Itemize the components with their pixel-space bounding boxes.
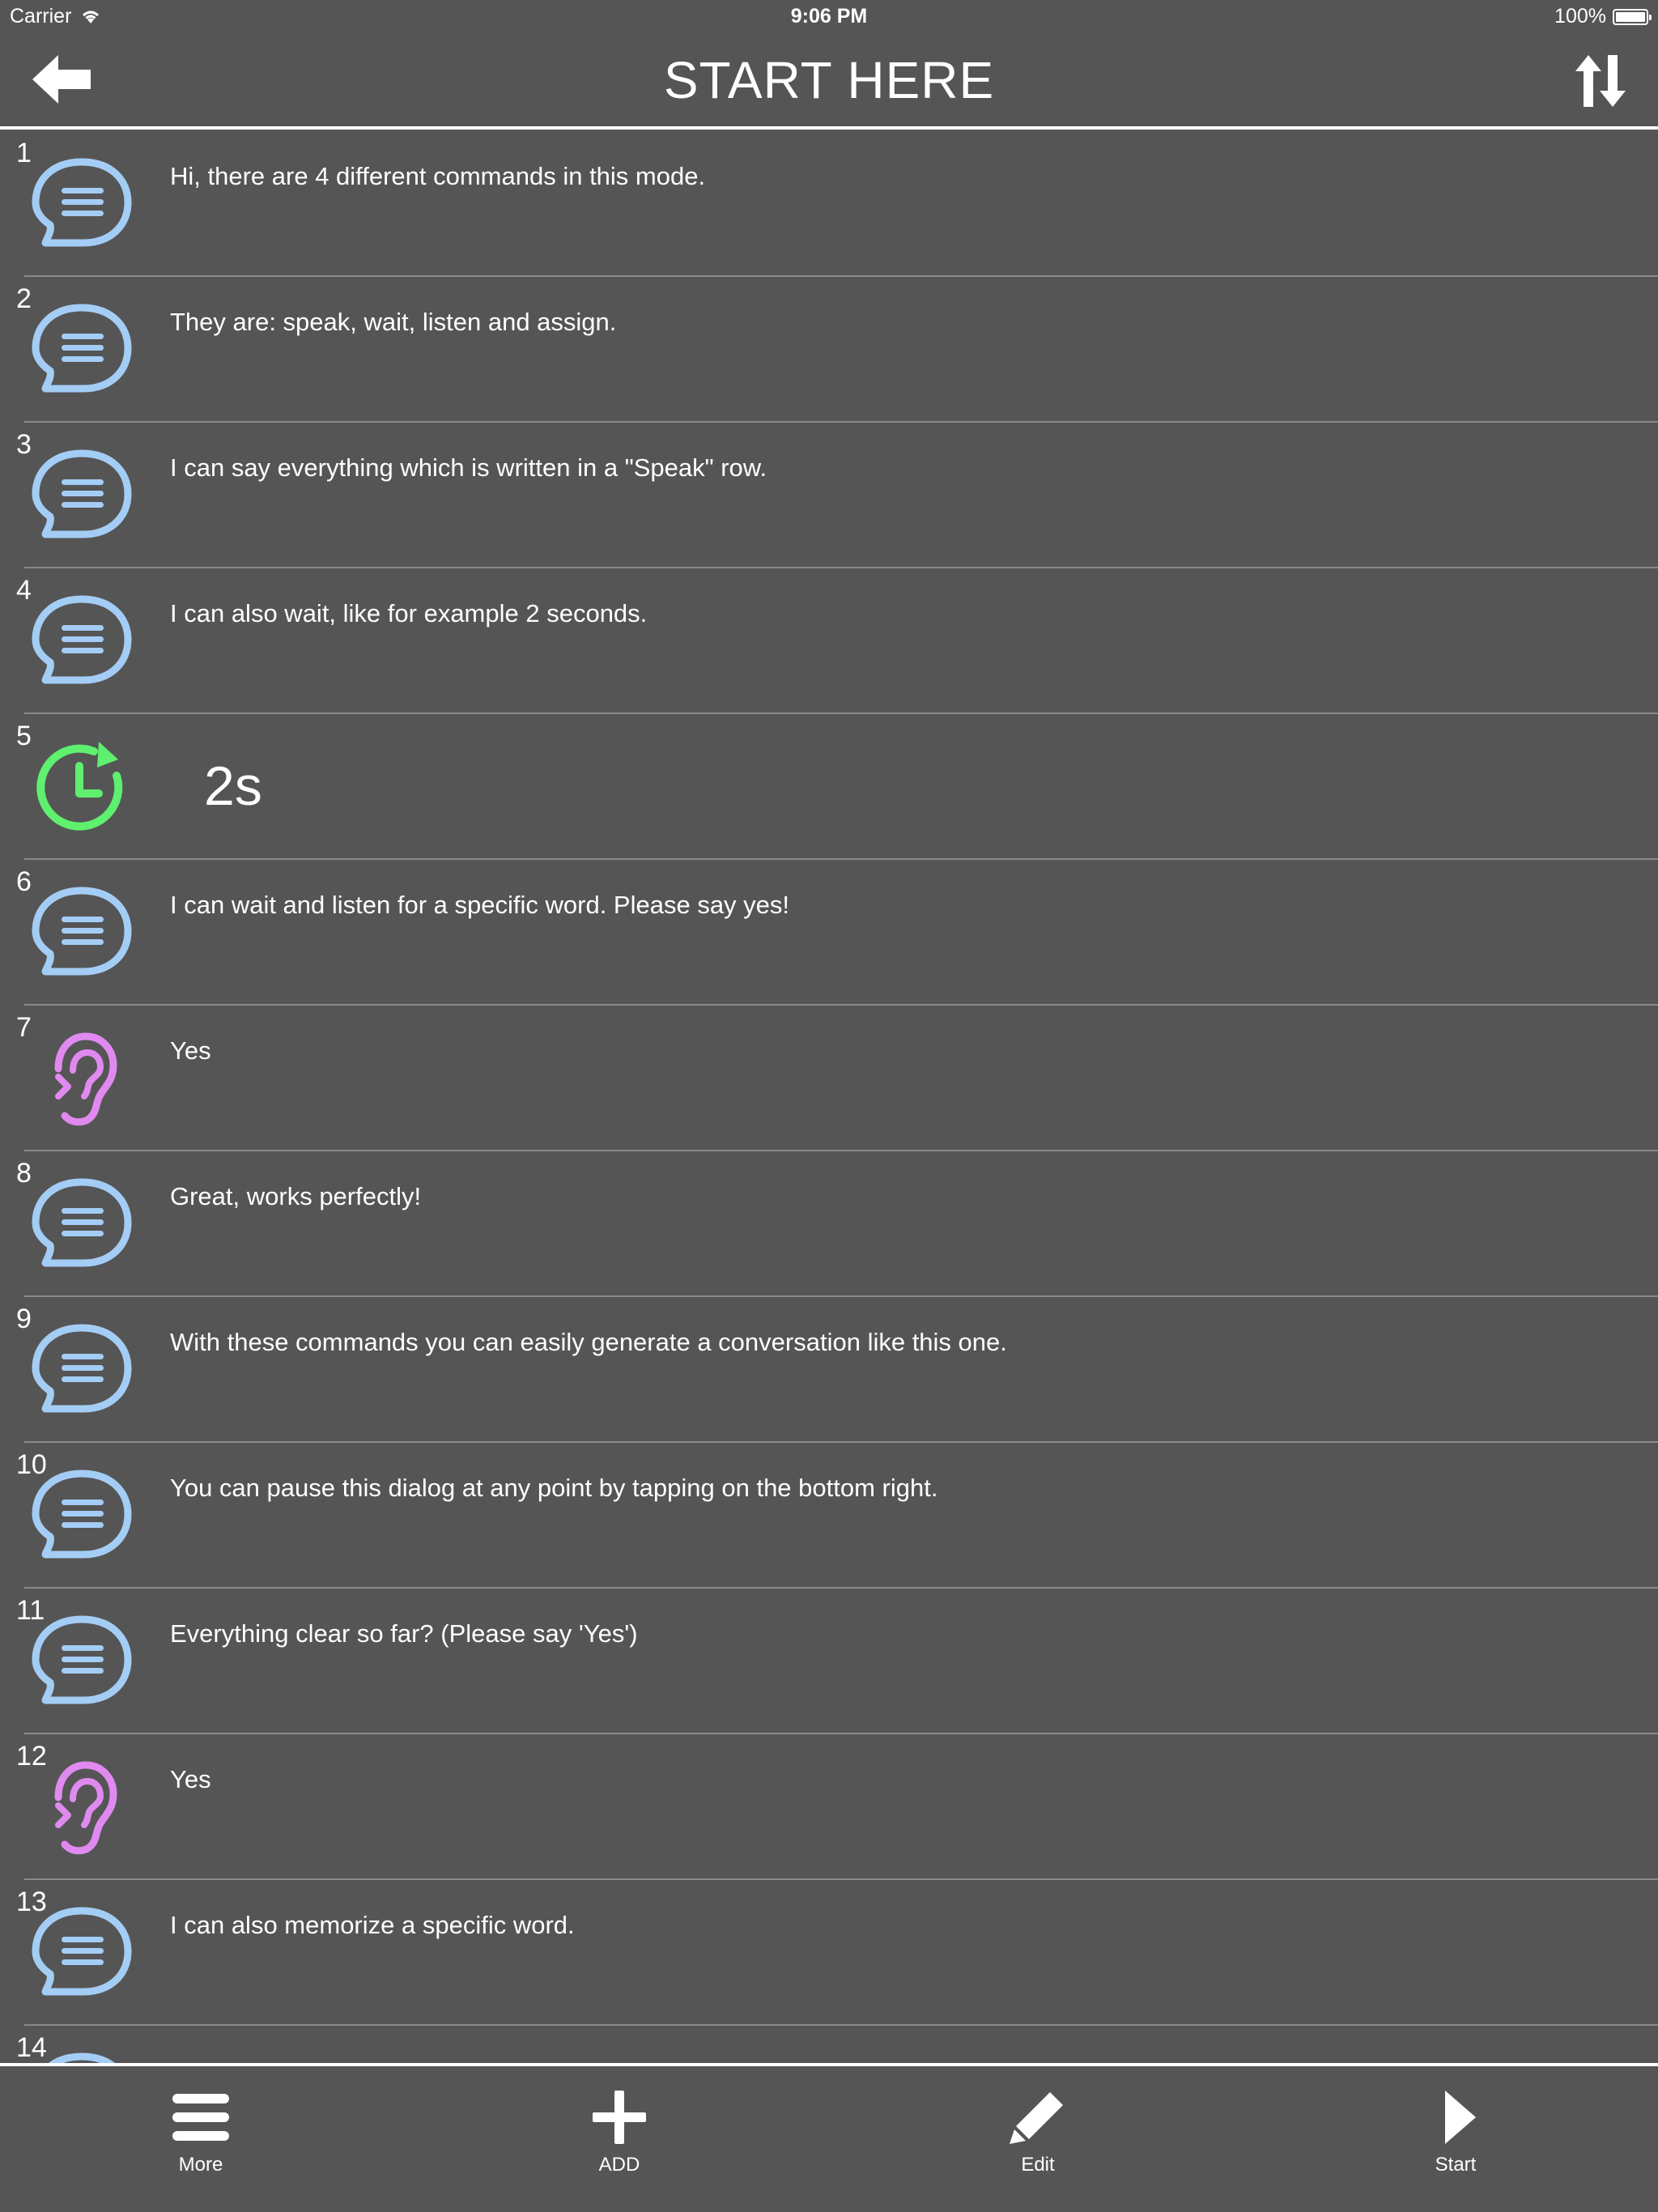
app-screen: Carrier 9:06 PM 100% START HERE 1 Hi, th… <box>0 0 1658 2212</box>
list-item[interactable]: 9 With these commands you can easily gen… <box>16 1297 1658 1443</box>
row-text: I can also wait, like for example 2 seco… <box>170 599 648 627</box>
hamburger-menu-icon <box>172 2094 229 2141</box>
command-list[interactable]: 1 Hi, there are 4 different commands in … <box>0 131 1658 2063</box>
row-text: Great, works perfectly! <box>170 1182 422 1210</box>
status-time: 9:06 PM <box>790 5 868 28</box>
list-item[interactable]: 8 Great, works perfectly! <box>16 1151 1658 1297</box>
page-title: START HERE <box>663 51 995 109</box>
speech-bubble-icon <box>49 2052 115 2063</box>
battery-info: 100% <box>1554 5 1652 28</box>
ear-icon <box>54 1761 117 1855</box>
bottom-toolbar: More ADD Edit Start <box>0 2063 1658 2212</box>
timer-icon <box>36 742 123 831</box>
list-item[interactable]: 7 Yes <box>16 1006 1658 1151</box>
speech-bubble-icon <box>32 449 132 538</box>
row-text: Yes <box>170 1036 211 1065</box>
list-item[interactable]: 13 I can also memorize a specific word. <box>16 1880 1658 2026</box>
list-item[interactable]: 11 Everything clear so far? (Please say … <box>16 1589 1658 1734</box>
list-item[interactable]: 10 You can pause this dialog at any poin… <box>16 1443 1658 1589</box>
pencil-icon <box>1010 2092 1063 2144</box>
row-text: You can pause this dialog at any point b… <box>170 1474 938 1502</box>
row-text: I can wait and listen for a specific wor… <box>170 891 790 919</box>
row-text: They are: speak, wait, listen and assign… <box>170 308 617 336</box>
list-item[interactable]: 2 They are: speak, wait, listen and assi… <box>16 277 1658 423</box>
speech-bubble-icon <box>32 304 132 393</box>
list-item[interactable]: 6 I can wait and listen for a specific w… <box>16 860 1658 1006</box>
edit-label: Edit <box>1021 2154 1055 2176</box>
add-button[interactable]: ADD <box>538 2091 700 2204</box>
speech-bubble-icon <box>32 887 132 976</box>
list-item[interactable]: 4 I can also wait, like for example 2 se… <box>16 568 1658 714</box>
speech-bubble-icon <box>32 1907 132 1996</box>
row-text: With these commands you can easily gener… <box>170 1328 1007 1356</box>
list-item[interactable]: 5 2s <box>16 714 1658 860</box>
ear-icon <box>54 1032 117 1126</box>
row-text: Everything clear so far? (Please say 'Ye… <box>170 1619 638 1648</box>
edit-button[interactable]: Edit <box>957 2091 1119 2204</box>
row-text: I can also memorize a specific word. <box>170 1911 575 1939</box>
navigation-bar: START HERE <box>0 32 1658 130</box>
row-text: Hi, there are 4 different commands in th… <box>170 162 706 190</box>
list-item[interactable]: 3 I can say everything which is written … <box>16 423 1658 568</box>
row-text: I can say everything which is written in… <box>170 453 767 482</box>
speech-bubble-icon <box>32 595 132 684</box>
start-label: Start <box>1435 2154 1477 2176</box>
list-item[interactable]: 1 Hi, there are 4 different commands in … <box>16 131 1658 277</box>
play-icon <box>1445 2091 1476 2144</box>
list-item[interactable]: 12 Yes <box>16 1734 1658 1880</box>
plus-icon <box>593 2091 646 2144</box>
more-label: More <box>178 2154 223 2176</box>
wait-duration: 2s <box>204 755 262 817</box>
speech-bubble-icon <box>32 1178 132 1267</box>
start-button[interactable]: Start <box>1375 2091 1537 2204</box>
add-label: ADD <box>598 2154 640 2176</box>
battery-icon <box>1613 8 1652 25</box>
row-text: Yes <box>170 1765 211 1793</box>
speech-bubble-icon <box>32 1470 132 1559</box>
sort-arrows-icon[interactable] <box>1572 52 1629 110</box>
speech-bubble-icon <box>32 1324 132 1413</box>
list-item[interactable]: 14 <box>16 2026 1658 2063</box>
battery-percent: 100% <box>1554 5 1606 28</box>
speech-bubble-icon <box>32 1615 132 1704</box>
speech-bubble-icon <box>32 158 132 247</box>
status-bar: Carrier 9:06 PM 100% <box>0 0 1658 32</box>
more-button[interactable]: More <box>120 2091 282 2204</box>
